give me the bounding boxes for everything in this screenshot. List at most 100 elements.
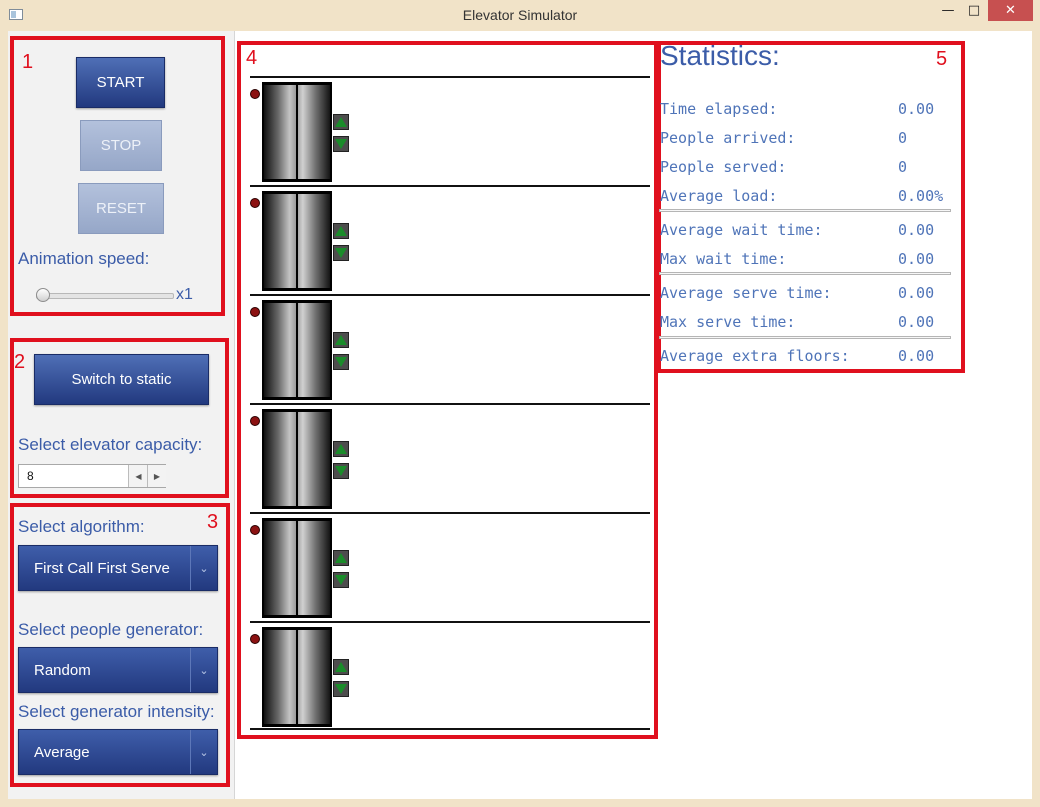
- section-3-number: 3: [207, 511, 219, 533]
- floor-line: [250, 403, 650, 405]
- capacity-label: Select elevator capacity:: [18, 435, 203, 454]
- call-up-button[interactable]: [333, 223, 349, 239]
- floor-line: [250, 76, 650, 78]
- arrow-down-icon: [335, 248, 347, 258]
- stat-label: Max serve time:: [660, 313, 796, 331]
- call-up-button[interactable]: [333, 659, 349, 675]
- elevator-door-left: [264, 630, 296, 724]
- arrow-up-icon: [335, 553, 347, 563]
- section-2-number: 2: [14, 351, 26, 373]
- arrow-down-icon: [335, 466, 347, 476]
- stat-value: 0.00: [898, 347, 935, 365]
- elevator-door-right: [298, 85, 330, 179]
- floor-line: [250, 621, 650, 623]
- start-button[interactable]: START: [76, 57, 165, 108]
- arrow-up-icon: [335, 444, 347, 454]
- algorithm-label: Select algorithm:: [18, 517, 145, 536]
- reset-button[interactable]: RESET: [78, 183, 164, 234]
- stat-value: 0.00: [898, 284, 935, 302]
- chevron-down-icon: ⌄: [190, 546, 217, 590]
- elevator-door-left: [264, 194, 296, 288]
- decrement-icon[interactable]: ◀: [128, 465, 148, 487]
- stat-label: Average wait time:: [660, 221, 823, 239]
- increment-icon[interactable]: ▶: [147, 465, 166, 487]
- generator-label: Select people generator:: [18, 620, 204, 639]
- stat-value: 0: [898, 158, 908, 176]
- intensity-label: Select generator intensity:: [18, 702, 215, 721]
- algorithm-select[interactable]: First Call First Serve ⌄: [18, 545, 218, 591]
- stat-label: Average load:: [660, 187, 778, 205]
- floor-line: [250, 512, 650, 514]
- speed-slider-track[interactable]: [36, 293, 174, 299]
- stat-separator: [659, 336, 951, 339]
- maximize-button[interactable]: □: [961, 0, 987, 21]
- elevator-car: [262, 627, 332, 727]
- stat-value: 0.00: [898, 221, 935, 239]
- stat-label: People arrived:: [660, 129, 796, 147]
- capacity-value: 8: [27, 469, 34, 483]
- close-button[interactable]: ✕: [988, 0, 1033, 21]
- section-5-number: 5: [936, 48, 948, 70]
- stat-value: 0.00: [898, 100, 935, 118]
- stat-label: Max wait time:: [660, 250, 787, 268]
- call-down-button[interactable]: [333, 681, 349, 697]
- section-4-number: 4: [246, 47, 258, 69]
- floor-indicator-dot: [250, 198, 260, 208]
- elevator-door-left: [264, 412, 296, 506]
- stat-value: 0.00: [898, 250, 935, 268]
- section-1-number: 1: [22, 51, 34, 73]
- arrow-down-icon: [335, 684, 347, 694]
- call-down-button[interactable]: [333, 463, 349, 479]
- arrow-up-icon: [335, 662, 347, 672]
- elevator-car: [262, 191, 332, 291]
- stat-label: Average serve time:: [660, 284, 832, 302]
- elevator-door-right: [298, 521, 330, 615]
- call-down-button[interactable]: [333, 572, 349, 588]
- call-up-button[interactable]: [333, 441, 349, 457]
- minimize-button[interactable]: —: [935, 0, 961, 21]
- generator-value: Random: [34, 661, 91, 679]
- call-down-button[interactable]: [333, 354, 349, 370]
- floor-indicator-dot: [250, 416, 260, 426]
- capacity-spinner[interactable]: 8 ◀ ▶: [18, 464, 166, 488]
- floor-line: [250, 294, 650, 296]
- elevator-door-right: [298, 412, 330, 506]
- elevator-car: [262, 82, 332, 182]
- speed-slider-thumb[interactable]: [36, 288, 50, 302]
- chevron-down-icon: ⌄: [190, 648, 217, 692]
- elevator-door-left: [264, 85, 296, 179]
- floor-indicator-dot: [250, 307, 260, 317]
- stat-label: People served:: [660, 158, 787, 176]
- arrow-down-icon: [335, 575, 347, 585]
- call-down-button[interactable]: [333, 136, 349, 152]
- arrow-up-icon: [335, 117, 347, 127]
- stat-label: Time elapsed:: [660, 100, 778, 118]
- call-up-button[interactable]: [333, 114, 349, 130]
- arrow-down-icon: [335, 357, 347, 367]
- stop-button[interactable]: STOP: [80, 120, 162, 171]
- floor-indicator-dot: [250, 525, 260, 535]
- stat-separator: [659, 209, 951, 212]
- elevator-door-right: [298, 630, 330, 724]
- stat-value: 0: [898, 129, 908, 147]
- elevator-car: [262, 409, 332, 509]
- stat-value: 0.00: [898, 313, 935, 331]
- elevator-car: [262, 518, 332, 618]
- arrow-down-icon: [335, 139, 347, 149]
- intensity-value: Average: [34, 743, 90, 761]
- stat-value: 0.00%: [898, 187, 944, 205]
- elevator-door-right: [298, 194, 330, 288]
- floor-line: [250, 185, 650, 187]
- statistics-title: Statistics:: [660, 40, 780, 71]
- elevator-door-left: [264, 303, 296, 397]
- speed-value: x1: [176, 286, 193, 303]
- switch-to-static-button[interactable]: Switch to static: [34, 354, 209, 405]
- intensity-select[interactable]: Average ⌄: [18, 729, 218, 775]
- floor-line: [250, 728, 650, 730]
- call-up-button[interactable]: [333, 332, 349, 348]
- generator-select[interactable]: Random ⌄: [18, 647, 218, 693]
- arrow-up-icon: [335, 226, 347, 236]
- call-down-button[interactable]: [333, 245, 349, 261]
- elevator-car: [262, 300, 332, 400]
- call-up-button[interactable]: [333, 550, 349, 566]
